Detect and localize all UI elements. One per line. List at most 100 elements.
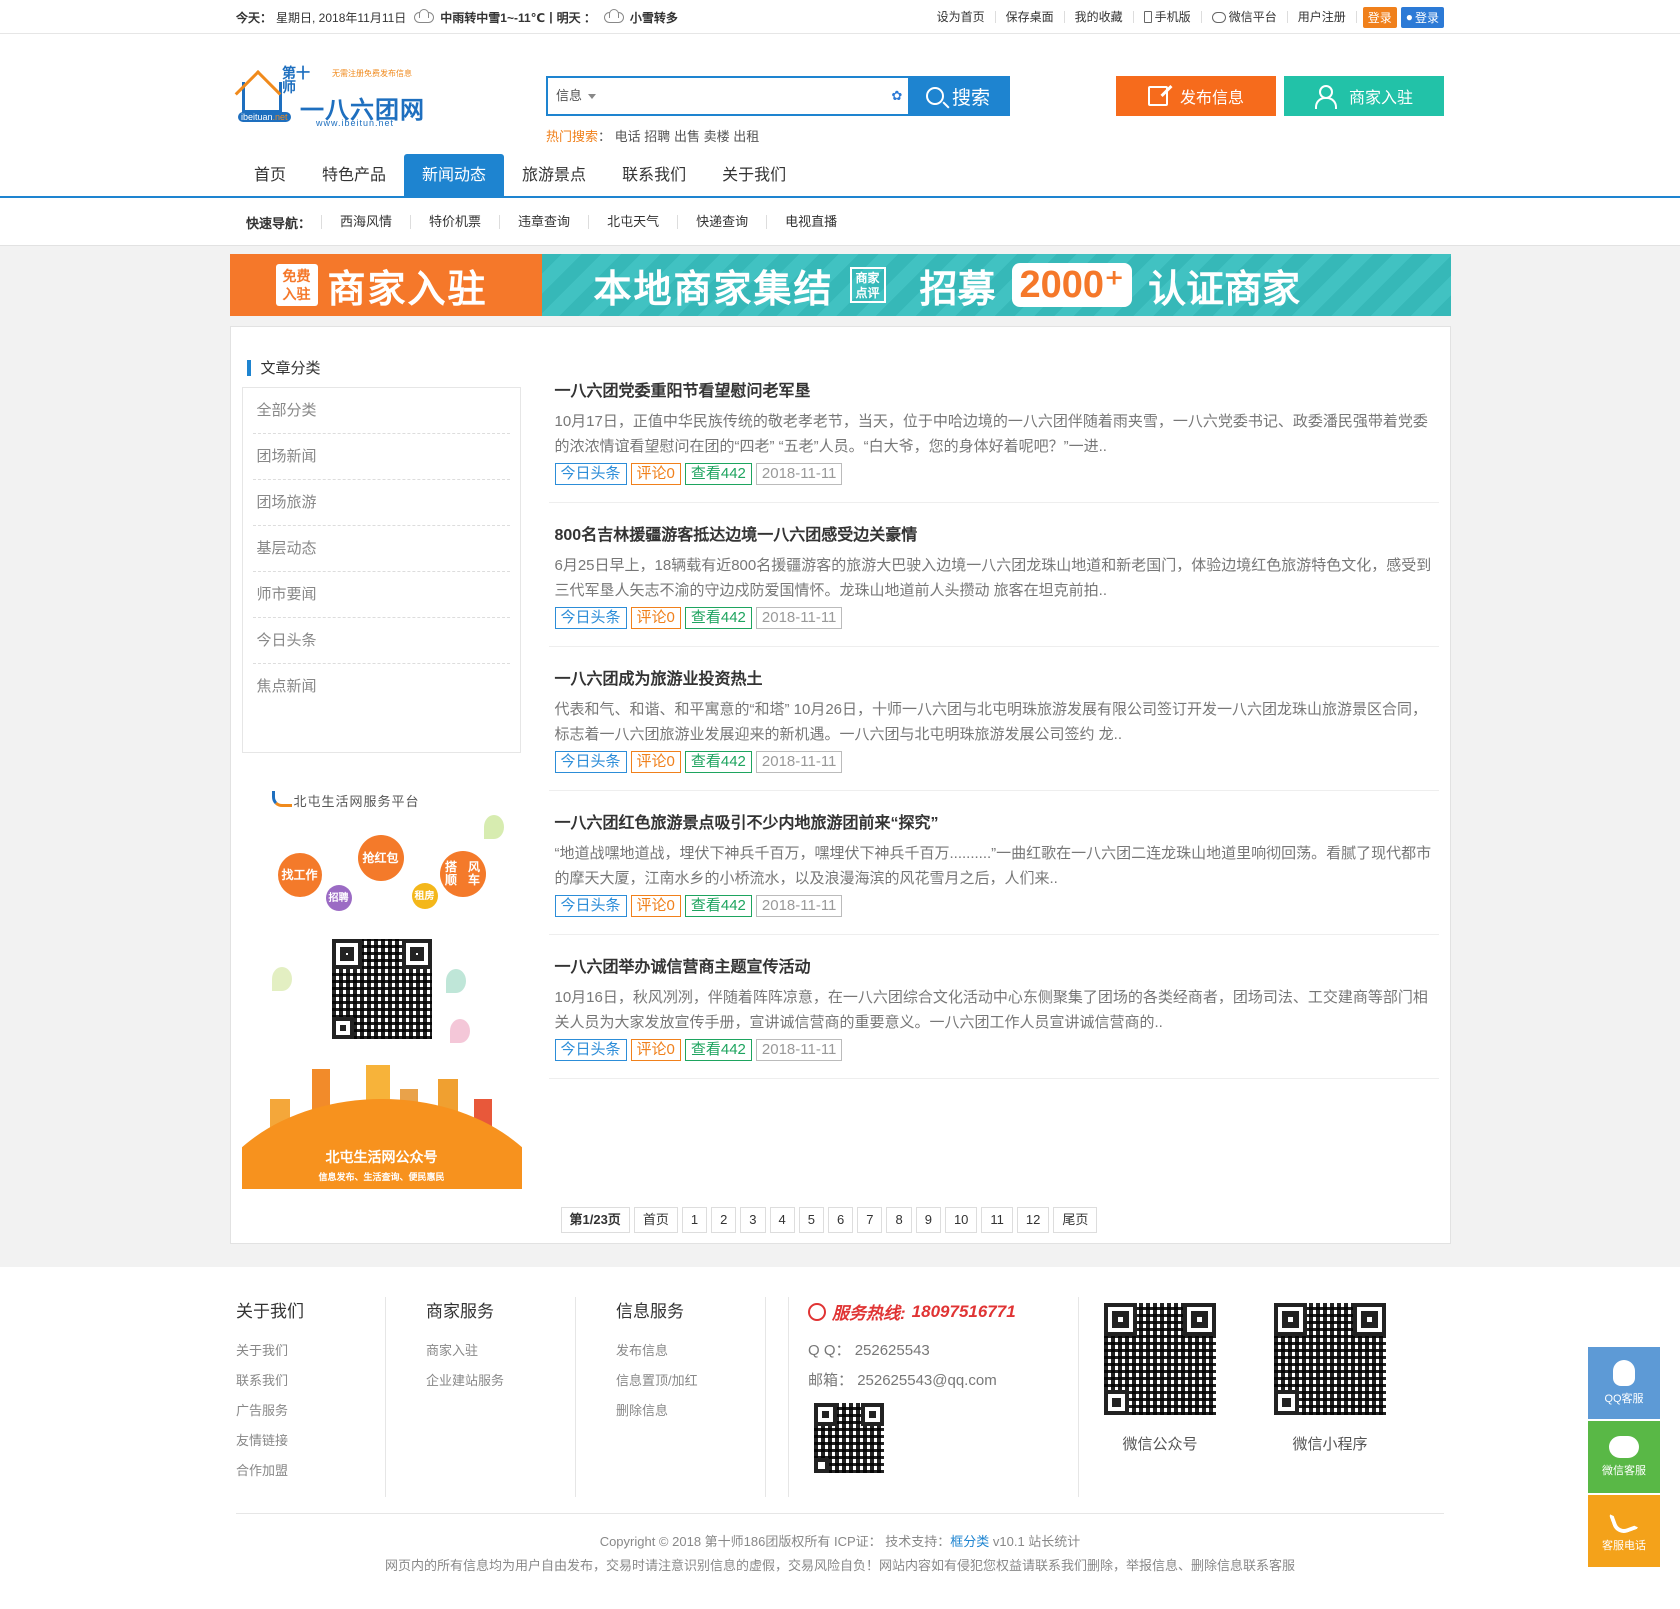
nav-contact[interactable]: 联系我们 <box>604 154 704 198</box>
category-item[interactable]: 今日头条 <box>252 618 510 664</box>
favorites-link[interactable]: 我的收藏 <box>1065 11 1134 23</box>
page-indicator: 第1/23页 <box>560 1207 630 1233</box>
footer-link[interactable]: 友情链接 <box>236 1426 385 1456</box>
page-number-button[interactable]: 4 <box>769 1207 795 1233</box>
page-number-button[interactable]: 12 <box>1016 1207 1050 1233</box>
article-item: 800名吉林援疆游客抵达边境一八六团感受边关豪情 6月25日早上，18辆载有近80… <box>548 503 1439 647</box>
wechat-service-button[interactable]: 微信客服 <box>1588 1421 1660 1493</box>
qq-service-button[interactable]: QQ客服 <box>1588 1347 1660 1419</box>
set-homepage-link[interactable]: 设为首页 <box>927 11 996 23</box>
footer-link[interactable]: 关于我们 <box>236 1336 385 1366</box>
article-item: 一八六团红色旅游景点吸引不少内地旅游团前来“探究” “地道战嘿地道战，埋伏下神兵千… <box>548 791 1439 935</box>
page-number-button[interactable]: 1 <box>681 1207 708 1233</box>
page-number-button[interactable]: 9 <box>915 1207 941 1233</box>
bubble-recruit: 招聘 <box>325 885 352 911</box>
mobile-link[interactable]: 手机版 <box>1134 11 1202 23</box>
category-item[interactable]: 团场旅游 <box>252 480 510 526</box>
bubble-rent: 租房 <box>411 883 438 909</box>
footer-link[interactable]: 发布信息 <box>616 1336 765 1366</box>
poster-title: 北屯生活网服务平台 <box>293 794 420 809</box>
search-button[interactable]: 搜索 <box>908 78 1008 114</box>
login-button[interactable]: 登录 <box>1362 6 1397 28</box>
footer-link[interactable]: 删除信息 <box>616 1396 765 1426</box>
quick-nav-item[interactable]: 快递查询 <box>677 215 766 229</box>
publish-info-button[interactable]: 发布信息 <box>1116 76 1276 116</box>
article-views: 查看442 <box>684 463 752 485</box>
hot-word[interactable]: 出售 <box>674 129 700 144</box>
page-number-button[interactable]: 3 <box>740 1207 766 1233</box>
save-desktop-link[interactable]: 保存桌面 <box>996 11 1065 23</box>
category-item[interactable]: 焦点新闻 <box>253 664 510 710</box>
first-page-button[interactable]: 首页 <box>633 1207 678 1233</box>
quick-nav-item[interactable]: 西海风情 <box>321 215 410 229</box>
footer-col-about: 关于我们 关于我们 联系我们 广告服务 友情链接 合作加盟 <box>236 1297 386 1497</box>
nav-home[interactable]: 首页 <box>236 154 304 198</box>
tech-support-link[interactable]: 框分类 <box>950 1534 989 1549</box>
site-logo[interactable]: 第十师 无需注册免费发布信息 一八六团网 ibeituan.net www.ib… <box>236 64 426 128</box>
article-title[interactable]: 一八六团成为旅游业投资热土 <box>549 665 1439 689</box>
article-title[interactable]: 一八六团红色旅游景点吸引不少内地旅游团前来“探究” <box>549 809 1439 833</box>
last-page-button[interactable]: 尾页 <box>1053 1207 1098 1233</box>
article-title[interactable]: 一八六团举办诚信营商主题宣传活动 <box>549 953 1439 977</box>
category-item[interactable]: 师市要闻 <box>252 572 510 618</box>
page-number-button[interactable]: 2 <box>711 1207 737 1233</box>
footer-link[interactable]: 企业建站服务 <box>426 1366 575 1396</box>
phone-service-button[interactable]: 客服电话 <box>1588 1495 1660 1567</box>
article-title[interactable]: 一八六团党委重阳节看望慰问老军垦 <box>549 377 1439 401</box>
footer-col-info: 信息服务 发布信息 信息置顶/加红 删除信息 <box>616 1297 766 1497</box>
article-views: 查看442 <box>684 1039 752 1061</box>
baidu-paw-icon[interactable]: ✿ <box>886 78 908 114</box>
quick-nav-item[interactable]: 北屯天气 <box>588 215 677 229</box>
category-title: 文章分类 <box>246 357 321 378</box>
register-link[interactable]: 用户注册 <box>1288 11 1357 23</box>
article-category-tag[interactable]: 今日头条 <box>554 463 627 485</box>
footer-link[interactable]: 合作加盟 <box>236 1456 385 1486</box>
category-item[interactable]: 基层动态 <box>252 526 510 572</box>
today-label: 今天： <box>236 10 273 25</box>
category-item[interactable]: 全部分类 <box>252 388 510 434</box>
footer-link[interactable]: 信息置顶/加红 <box>616 1366 765 1396</box>
quick-nav-item[interactable]: 电视直播 <box>766 215 855 229</box>
nav-tourism[interactable]: 旅游景点 <box>504 154 604 198</box>
footer-divider <box>1078 1297 1079 1497</box>
hot-word[interactable]: 电话 <box>615 129 641 144</box>
hot-word[interactable]: 卖楼 <box>704 129 730 144</box>
qq-login-label: 登录 <box>1414 10 1439 25</box>
wechat-miniapp-label: 微信小程序 <box>1292 1436 1368 1453</box>
hot-word[interactable]: 招聘 <box>644 129 670 144</box>
article-category-tag[interactable]: 今日头条 <box>554 607 627 629</box>
footer-col-title: 关于我们 <box>236 1302 304 1321</box>
article-category-tag[interactable]: 今日头条 <box>554 1039 627 1061</box>
search-input[interactable] <box>606 78 886 114</box>
category-item[interactable]: 团场新闻 <box>252 434 510 480</box>
article-category-tag[interactable]: 今日头条 <box>554 751 627 773</box>
hot-search-label: 热门搜索 <box>546 129 599 144</box>
hot-word[interactable]: 出租 <box>733 129 759 144</box>
footer-link[interactable]: 广告服务 <box>236 1396 385 1426</box>
nav-news[interactable]: 新闻动态 <box>404 154 505 198</box>
merchant-banner[interactable]: 免费 入驻 商家入驻 本地商家集结 商家 点评 招募 2000⁺ 认证商家 <box>229 254 1451 316</box>
page-number-button[interactable]: 5 <box>798 1207 824 1233</box>
nav-products[interactable]: 特色产品 <box>304 154 404 198</box>
footer-link[interactable]: 联系我们 <box>236 1366 385 1396</box>
footer-link[interactable]: 商家入驻 <box>426 1336 575 1366</box>
page-number-button[interactable]: 8 <box>886 1207 912 1233</box>
merchant-join-button[interactable]: 商家入驻 <box>1284 76 1444 116</box>
article-title[interactable]: 800名吉林援疆游客抵达边境一八六团感受边关豪情 <box>549 521 1439 545</box>
qq-login-button[interactable]: ● 登录 <box>1400 6 1444 28</box>
quick-nav-item[interactable]: 特价机票 <box>410 215 499 229</box>
page-number-button[interactable]: 7 <box>857 1207 883 1233</box>
nav-about[interactable]: 关于我们 <box>704 154 804 198</box>
wechat-platform-link[interactable]: 微信平台 <box>1202 11 1288 23</box>
penguin-icon <box>1613 1360 1635 1386</box>
quick-nav-title: 快速导航： <box>246 215 312 231</box>
search-type-select[interactable]: 信息 <box>548 78 606 114</box>
page-number-button[interactable]: 11 <box>981 1207 1013 1233</box>
page-number-button[interactable]: 6 <box>828 1207 854 1233</box>
page-number-button[interactable]: 10 <box>944 1207 978 1233</box>
article-date: 2018-11-11 <box>755 463 843 485</box>
article-date: 2018-11-11 <box>755 607 843 629</box>
quick-nav-item[interactable]: 违章查询 <box>499 215 588 229</box>
article-category-tag[interactable]: 今日头条 <box>554 895 627 917</box>
pagination: 第1/23页 首页 1 2 3 4 5 6 7 8 9 10 11 12 尾页 <box>560 1207 1098 1233</box>
